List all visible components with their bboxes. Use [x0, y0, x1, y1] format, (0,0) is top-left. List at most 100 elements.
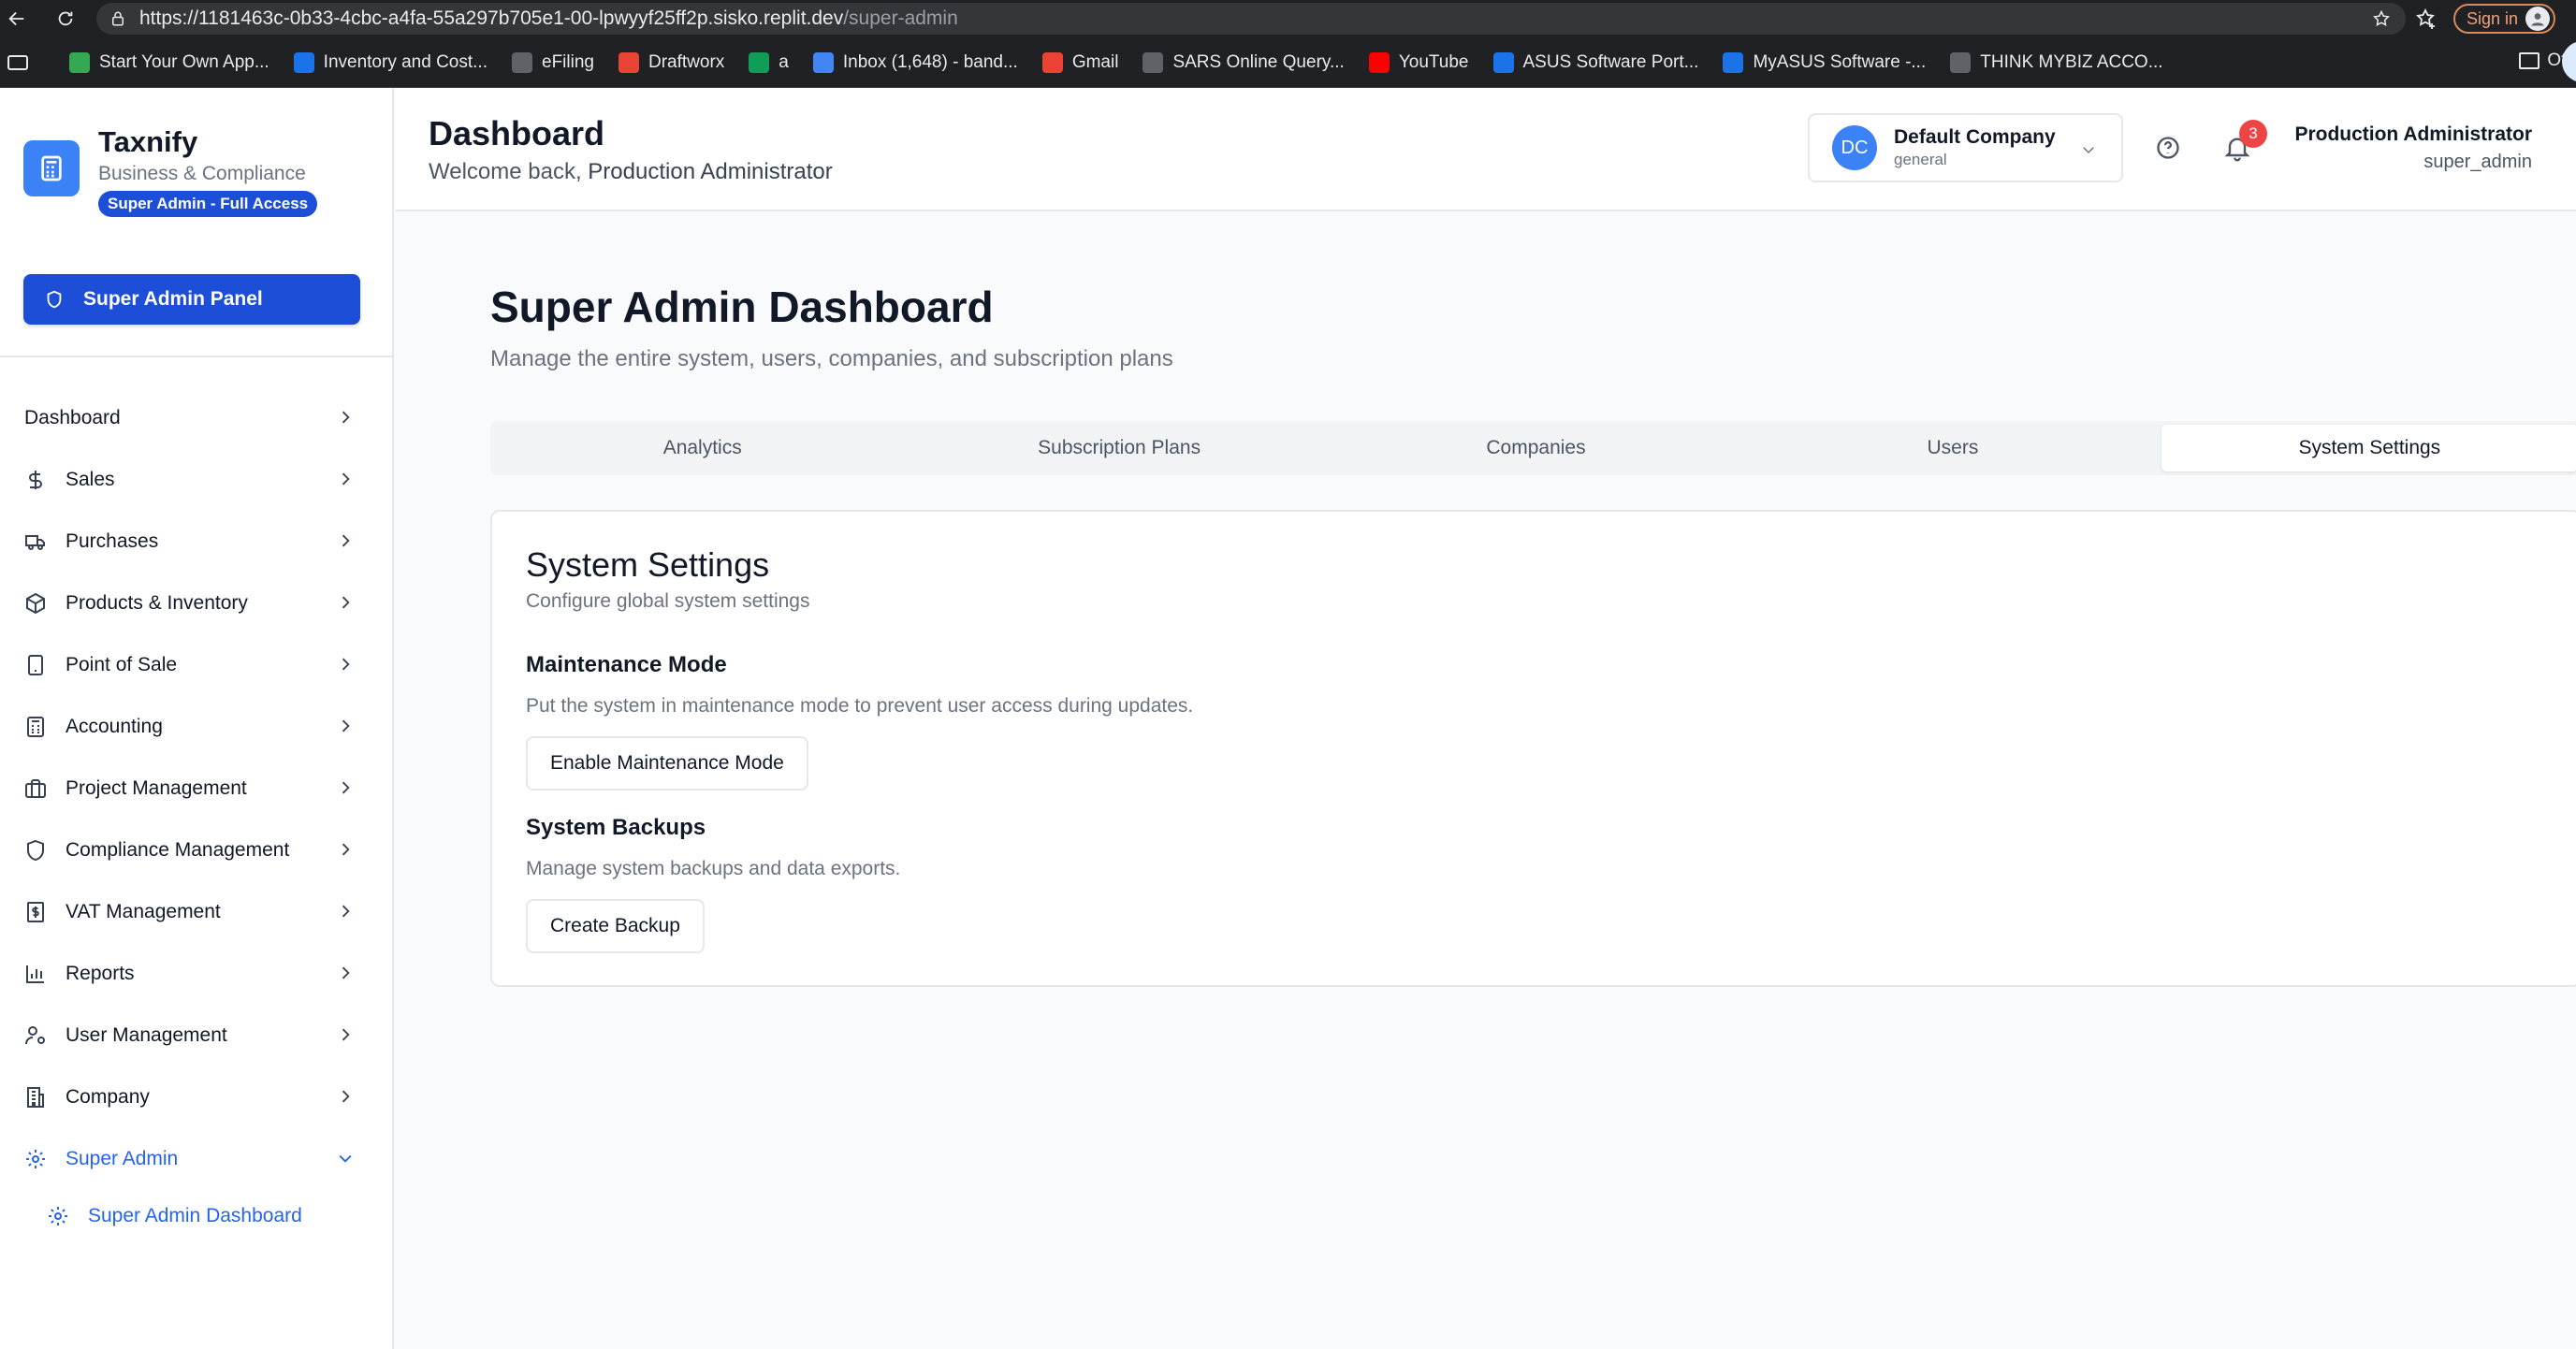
page-title: Dashboard: [429, 114, 605, 152]
bookmark-item[interactable]: SARS Online Query...: [1142, 51, 1345, 73]
welcome-user-name: Production Administrator: [588, 159, 833, 184]
access-badge: Super Admin - Full Access: [98, 191, 318, 217]
tab-analytics[interactable]: Analytics: [494, 425, 910, 471]
reading-list-icon[interactable]: [2414, 7, 2437, 30]
site-info-icon[interactable]: [109, 10, 126, 27]
bookmark-label: MyASUS Software -...: [1753, 51, 1927, 72]
url-path: /super-admin: [843, 7, 958, 29]
main-subtitle: Manage the entire system, users, compani…: [490, 346, 1173, 371]
asus-icon: [1492, 51, 1514, 73]
bookmark-item[interactable]: Draftworx: [618, 51, 724, 73]
backup-title: System Backups: [526, 815, 706, 840]
company-name: Default Company: [1894, 126, 2056, 148]
sidebar-item-project-management[interactable]: Project Management: [0, 758, 394, 820]
bookmark-item[interactable]: Inbox (1,648) - band...: [812, 51, 1018, 73]
sidebar-item-user-management[interactable]: User Management: [0, 1005, 394, 1066]
back-button[interactable]: [0, 2, 34, 36]
bookmark-item[interactable]: a: [749, 51, 789, 73]
bar-chart-icon: [24, 963, 47, 985]
main-title: Super Admin Dashboard: [490, 283, 994, 331]
bookmark-label: ASUS Software Port...: [1522, 51, 1699, 72]
reload-icon: [58, 11, 73, 26]
sidebar-item-label: Super Admin: [65, 1148, 179, 1169]
sidebar-item-label: Reports: [65, 963, 135, 984]
efiling-icon: [512, 51, 532, 73]
sidebar-item-label: Dashboard: [24, 407, 121, 428]
brand-name: Taxnify: [98, 125, 198, 158]
chevron-right-icon: [342, 472, 350, 486]
tab-search-icon[interactable]: [7, 54, 28, 70]
gear-icon: [24, 1148, 47, 1170]
address-bar[interactable]: https://1181463c-0b33-4cbc-a4fa-55a297b7…: [96, 3, 2406, 35]
app-sidebar: Taxnify Business & Compliance Super Admi…: [0, 88, 394, 1349]
draftworx-icon: [618, 51, 639, 73]
create-backup-button[interactable]: Create Backup: [526, 899, 705, 953]
chevron-right-icon: [342, 966, 350, 979]
bookmark-item[interactable]: YouTube: [1368, 51, 1469, 73]
profile-avatar-icon: [2525, 7, 2551, 31]
myasus-icon: [1723, 51, 1744, 73]
sidebar-subitem-super-admin-dashboard[interactable]: Super Admin Dashboard: [0, 1190, 394, 1242]
box-icon: [24, 592, 47, 615]
user-name[interactable]: Production Administrator: [2294, 123, 2532, 146]
sidebar-item-label: Project Management: [65, 777, 247, 799]
tab-users[interactable]: Users: [1744, 425, 2161, 471]
folder-icon: [2519, 52, 2540, 69]
welcome-message: Welcome back, Production Administrator: [429, 159, 833, 185]
sidebar-item-purchases[interactable]: Purchases: [0, 511, 394, 573]
back-arrow-icon: [8, 11, 24, 26]
app-icon: [69, 51, 90, 73]
sidebar-item-sales[interactable]: Sales: [0, 449, 394, 511]
chevron-right-icon: [342, 905, 350, 918]
bookmark-label: SARS Online Query...: [1172, 51, 1345, 72]
sidebar-item-products-inventory[interactable]: Products & Inventory: [0, 573, 394, 634]
sidebar-item-vat-management[interactable]: VAT Management: [0, 881, 394, 943]
bookmark-label: Start Your Own App...: [99, 51, 269, 72]
globe-icon: [1142, 51, 1164, 73]
bookmark-label: Inventory and Cost...: [323, 51, 488, 72]
building-icon: [24, 1086, 47, 1109]
bookmark-item[interactable]: Start Your Own App...: [69, 51, 269, 73]
chevron-right-icon: [342, 534, 350, 547]
gmail-icon: [1041, 51, 1063, 73]
sidebar-item-super-admin[interactable]: Super Admin: [0, 1128, 394, 1190]
bookmark-item[interactable]: MyASUS Software -...: [1723, 51, 1927, 73]
maintenance-title: Maintenance Mode: [526, 652, 727, 677]
enable-maintenance-button[interactable]: Enable Maintenance Mode: [526, 736, 808, 791]
sidebar-item-label: Compliance Management: [65, 839, 290, 861]
tab-companies[interactable]: Companies: [1328, 425, 1744, 471]
help-icon[interactable]: [2155, 135, 2181, 161]
sidebar-item-label: Point of Sale: [65, 654, 178, 675]
super-admin-panel-button[interactable]: Super Admin Panel: [23, 274, 360, 325]
tab-system-settings[interactable]: System Settings: [2161, 425, 2576, 471]
sidebar-item-dashboard[interactable]: Dashboard: [0, 387, 394, 449]
google-icon: [812, 51, 834, 73]
welcome-prefix: Welcome back,: [429, 159, 589, 184]
youtube-icon: [1368, 51, 1390, 73]
chevron-right-icon: [342, 1028, 350, 1041]
card-title: System Settings: [526, 545, 770, 584]
bookmark-star-icon[interactable]: [2372, 9, 2391, 28]
company-type: general: [1894, 151, 1947, 168]
bookmark-label: Inbox (1,648) - band...: [842, 51, 1018, 72]
sidebar-item-company[interactable]: Company: [0, 1066, 394, 1128]
brand-tagline: Business & Compliance: [98, 163, 306, 184]
bookmark-item[interactable]: THINK MYBIZ ACCO...: [1950, 51, 2163, 73]
sign-in-button[interactable]: Sign in: [2453, 4, 2556, 34]
sidebar-item-accounting[interactable]: Accounting: [0, 696, 394, 758]
bookmark-item[interactable]: Inventory and Cost...: [293, 51, 488, 73]
ac-icon: [293, 51, 314, 73]
sidebar-item-point-of-sale[interactable]: Point of Sale: [0, 634, 394, 696]
tab-subscription-plans[interactable]: Subscription Plans: [910, 425, 1327, 471]
reload-button[interactable]: [49, 2, 82, 36]
bookmark-item[interactable]: eFiling: [512, 51, 594, 73]
sidebar-item-compliance-management[interactable]: Compliance Management: [0, 820, 394, 881]
bookmark-item[interactable]: Gmail: [1041, 51, 1118, 73]
card-subtitle: Configure global system settings: [526, 590, 810, 612]
bookmark-item[interactable]: ASUS Software Port...: [1492, 51, 1699, 73]
backup-description: Manage system backups and data exports.: [526, 858, 901, 879]
bookmarks-bar: Start Your Own App... Inventory and Cost.…: [0, 37, 2576, 88]
company-selector[interactable]: DC Default Company general: [1808, 113, 2123, 182]
sidebar-item-reports[interactable]: Reports: [0, 943, 394, 1005]
sidebar-item-label: Company: [65, 1086, 150, 1108]
